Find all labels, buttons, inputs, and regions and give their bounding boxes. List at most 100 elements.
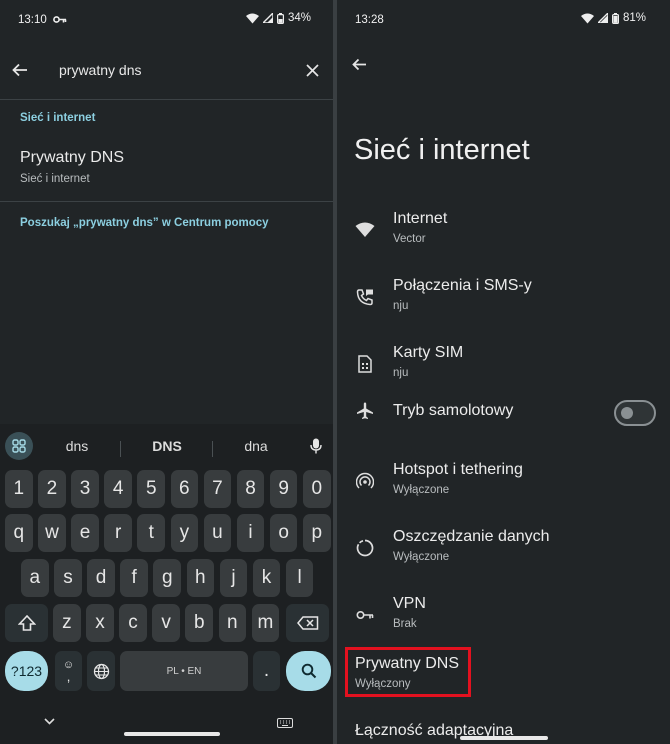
key-w[interactable]: w: [38, 514, 66, 552]
key-g[interactable]: g: [153, 559, 182, 597]
key-9[interactable]: 9: [269, 470, 298, 508]
status-bar-left: 13:10 34%: [0, 0, 333, 40]
hide-keyboard-icon[interactable]: [44, 718, 55, 725]
key-q[interactable]: q: [5, 514, 33, 552]
help-center-link[interactable]: Poszukaj „prywatny dns” w Centrum pomocy: [20, 217, 269, 229]
setting-subtitle: Brak: [393, 618, 417, 630]
microphone-icon: [310, 438, 322, 454]
key-u[interactable]: u: [203, 514, 232, 552]
setting-title: Połączenia i SMS-y: [393, 277, 532, 294]
setting-title: Internet: [393, 210, 448, 227]
divider: [0, 99, 333, 100]
key-2[interactable]: 2: [38, 470, 66, 508]
search-input[interactable]: prywatny dns: [59, 62, 141, 78]
key-b[interactable]: b: [185, 604, 214, 642]
setting-title: Karty SIM: [393, 344, 464, 361]
key-i[interactable]: i: [236, 514, 265, 552]
apps-button[interactable]: [5, 432, 33, 460]
voice-input-button[interactable]: [302, 432, 330, 460]
page-title: Sieć i internet: [354, 134, 530, 166]
shift-key[interactable]: [5, 604, 48, 642]
space-key[interactable]: PL • EN: [120, 651, 248, 691]
setting-internet[interactable]: Internet Vector: [337, 199, 670, 263]
key-r[interactable]: r: [104, 514, 132, 552]
key-h[interactable]: h: [186, 559, 215, 597]
key-k[interactable]: k: [252, 559, 281, 597]
key-4[interactable]: 4: [104, 470, 132, 508]
key-x[interactable]: x: [86, 604, 114, 642]
wifi-status-icon: [245, 13, 259, 23]
setting-airplane-mode[interactable]: Tryb samolotowy: [337, 380, 670, 444]
battery-percent: 81%: [622, 12, 646, 24]
setting-title: Oszczędzanie danych: [393, 528, 550, 545]
search-key[interactable]: [286, 651, 331, 691]
home-gesture-bar[interactable]: [124, 732, 220, 736]
airplane-mode-toggle[interactable]: [614, 400, 656, 426]
key-1[interactable]: 1: [5, 470, 33, 508]
private-dns-title: Prywatny DNS: [355, 655, 460, 672]
key-j[interactable]: j: [219, 559, 248, 597]
language-key[interactable]: [87, 651, 115, 691]
section-header: Sieć i internet: [20, 112, 96, 124]
search-screen: 13:10 34% prywatny dns Sieć i internet P…: [0, 0, 333, 744]
key-m[interactable]: m: [251, 604, 280, 642]
setting-subtitle: nju: [393, 300, 409, 312]
setting-vpn[interactable]: VPN Brak: [337, 584, 670, 648]
setting-subtitle: nju: [393, 367, 409, 379]
key-z[interactable]: z: [53, 604, 81, 642]
home-gesture-bar[interactable]: [460, 736, 548, 740]
backspace-key[interactable]: [286, 604, 329, 642]
symbols-key[interactable]: ?123: [5, 651, 48, 691]
key-s[interactable]: s: [54, 559, 82, 597]
divider: [0, 201, 333, 202]
period-key[interactable]: .: [253, 651, 280, 691]
setting-subtitle: Wyłączone: [393, 484, 450, 496]
suggestion-separator: [120, 441, 121, 457]
back-button[interactable]: [8, 58, 32, 82]
key-d[interactable]: d: [87, 559, 115, 597]
sim-card-icon: [354, 353, 376, 375]
signal-icon: [262, 13, 273, 23]
back-button[interactable]: [347, 52, 371, 76]
key-f[interactable]: f: [120, 559, 148, 597]
search-icon: [301, 663, 316, 679]
key-c[interactable]: c: [119, 604, 147, 642]
battery-percent: 34%: [287, 12, 311, 24]
status-time: 13:10: [18, 14, 47, 26]
setting-hotspot[interactable]: Hotspot i tethering Wyłączone: [337, 450, 670, 514]
setting-calls-sms[interactable]: Połączenia i SMS-y nju: [337, 266, 670, 330]
key-icon: [53, 16, 67, 23]
setting-data-saver[interactable]: Oszczędzanie danych Wyłączone: [337, 517, 670, 581]
keyboard-switch-icon[interactable]: [277, 718, 293, 728]
key-e[interactable]: e: [71, 514, 99, 552]
key-n[interactable]: n: [218, 604, 247, 642]
key-a[interactable]: a: [21, 559, 49, 597]
key-5[interactable]: 5: [137, 470, 166, 508]
wifi-status-icon: [580, 13, 594, 23]
backspace-icon: [296, 616, 318, 630]
suggestion-3[interactable]: dna: [221, 438, 291, 454]
key-0[interactable]: 0: [302, 470, 331, 508]
key-3[interactable]: 3: [71, 470, 99, 508]
wifi-icon: [354, 219, 376, 241]
key-t[interactable]: t: [137, 514, 166, 552]
back-arrow-icon: [12, 63, 27, 77]
suggestion-1[interactable]: dns: [42, 438, 112, 454]
search-result[interactable]: Prywatny DNS Sieć i internet: [0, 138, 333, 198]
key-7[interactable]: 7: [203, 470, 232, 508]
setting-title: Tryb samolotowy: [393, 402, 514, 419]
key-l[interactable]: l: [285, 559, 314, 597]
result-subtitle: Sieć i internet: [20, 173, 90, 185]
suggestion-2[interactable]: DNS: [132, 438, 202, 454]
key-8[interactable]: 8: [236, 470, 265, 508]
search-bar: prywatny dns: [0, 48, 333, 94]
key-y[interactable]: y: [170, 514, 199, 552]
key-p[interactable]: p: [302, 514, 331, 552]
private-dns-subtitle: Wyłączony: [355, 678, 411, 690]
clear-search-button[interactable]: [300, 58, 324, 82]
emoji-comma-key[interactable]: ☺ ,: [55, 651, 82, 691]
key-o[interactable]: o: [269, 514, 298, 552]
key-v[interactable]: v: [152, 604, 180, 642]
key-6[interactable]: 6: [170, 470, 199, 508]
setting-subtitle: Wyłączone: [393, 551, 450, 563]
